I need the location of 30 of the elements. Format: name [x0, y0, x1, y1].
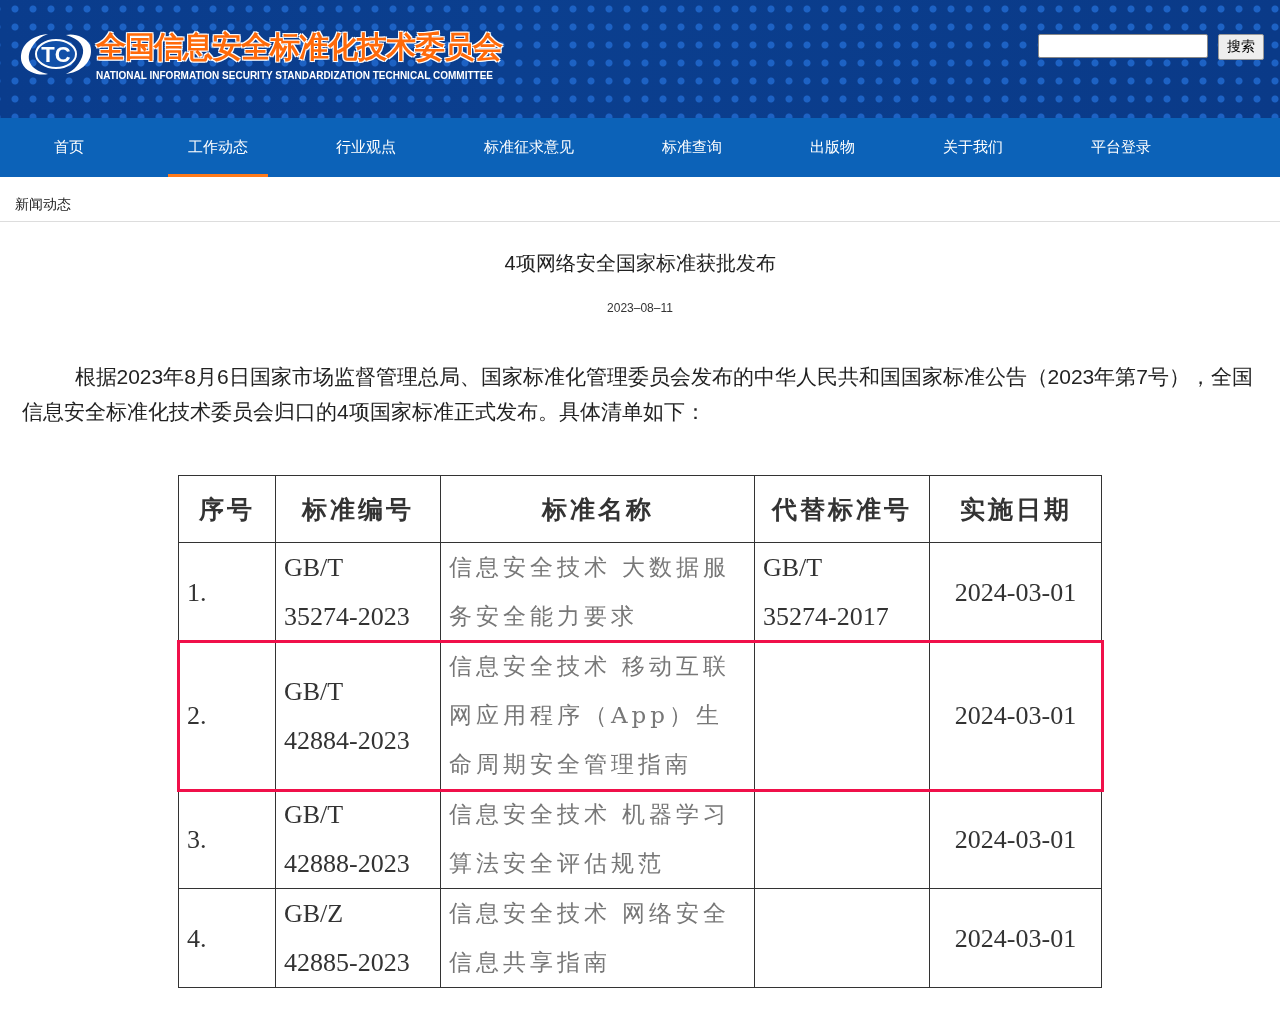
table-cell: 信息安全技术 机器学习算法安全评估规范	[440, 789, 755, 889]
nav-tab[interactable]: 首页	[34, 118, 104, 177]
site-subtitle: NATIONAL INFORMATION SECURITY STANDARDIZATION TECHNICAL COMMITTEE	[96, 70, 495, 81]
table-cell: GB/Z 42885-2023	[275, 888, 441, 988]
article-paragraph: 根据2023年8月6日国家市场监督管理总局、国家标准化管理委员会发布的中华人民共和国国家标准公告（2023年第7号），全国信息安全标准化技术委员会归口的4项国家标准正式发布。具体清单如下：	[21, 364, 1254, 425]
table-cell: 1.	[178, 542, 276, 642]
table-cell: 4.	[178, 888, 276, 988]
nav-tab[interactable]: 平台登录	[1071, 118, 1171, 177]
nav-tab[interactable]: 工作动态	[168, 118, 268, 177]
nav-tab[interactable]: 标准征求意见	[464, 118, 594, 177]
column-header: 实施日期	[929, 475, 1102, 543]
article-date: 2023–08–11	[607, 301, 673, 315]
column-header: 标准编号	[275, 475, 441, 543]
search-field[interactable]	[1038, 34, 1208, 58]
table-cell: 2024-03-01	[929, 789, 1102, 889]
table-cell: 信息安全技术 网络安全信息共享指南	[440, 888, 755, 988]
nav-tab[interactable]: 行业观点	[316, 118, 416, 177]
column-header: 代替标准号	[754, 475, 930, 543]
table-cell: 2024-03-01	[929, 888, 1102, 988]
breadcrumb: 新闻动态	[0, 177, 1280, 222]
table-cell: GB/T 42888-2023	[275, 789, 441, 889]
column-header: 标准名称	[440, 475, 755, 543]
nav-tab[interactable]: 关于我们	[923, 118, 1023, 177]
table-cell: 3.	[178, 789, 276, 889]
nav-tab[interactable]: 标准查询	[642, 118, 742, 177]
article-title: 4项网络安全国家标准获批发布	[504, 251, 776, 276]
nav-tab[interactable]: 出版物	[790, 118, 875, 177]
search-button[interactable]: 搜索	[1218, 34, 1264, 60]
site-title: 全国信息安全标准化技术委员会	[96, 29, 502, 65]
column-header: 序号	[178, 475, 276, 543]
